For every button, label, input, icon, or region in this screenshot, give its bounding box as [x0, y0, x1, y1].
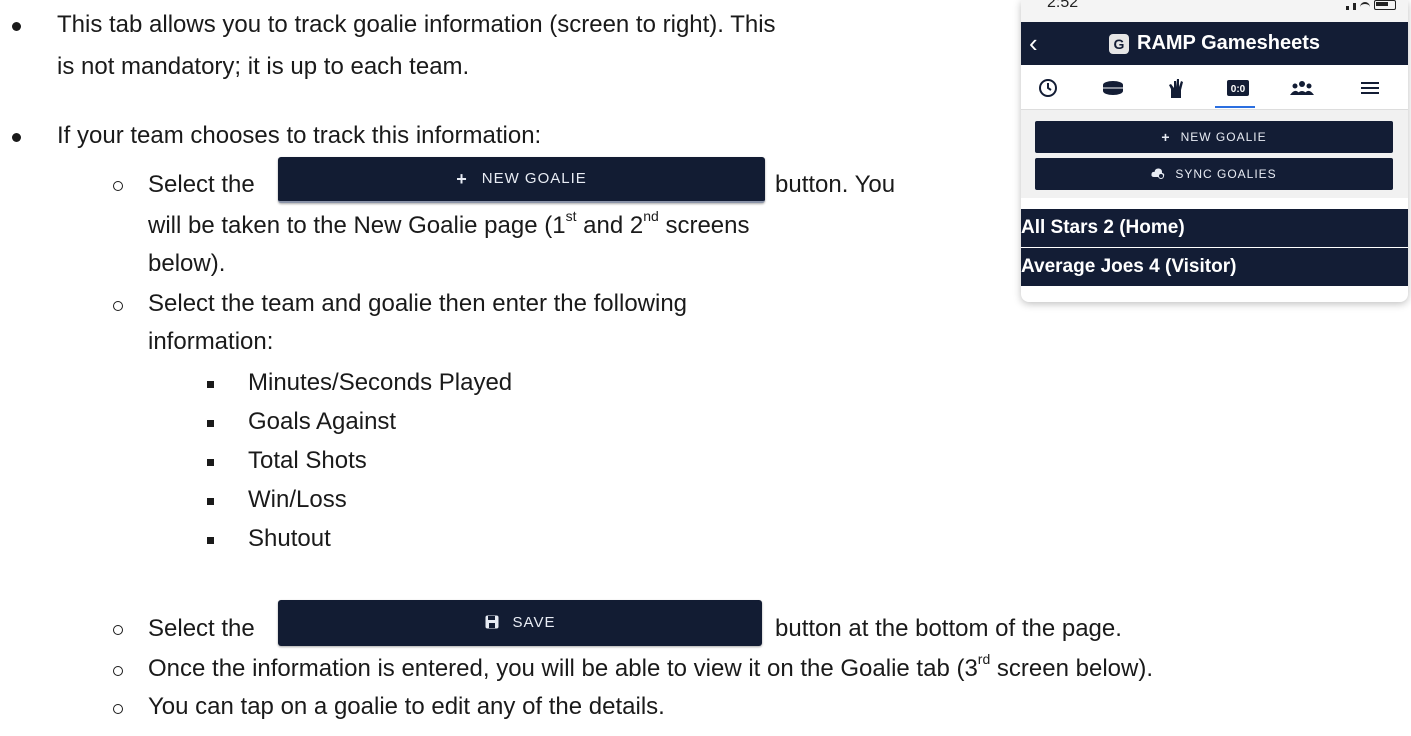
sub-bullet-text: Once the information is entered, you wil…	[148, 651, 1153, 682]
team-row-visitor[interactable]: Average Joes 4 (Visitor)	[1021, 248, 1408, 286]
signal-icon	[1353, 3, 1356, 10]
goalie-actions-panel: + NEW GOALIE SYNC GOALIES	[1021, 110, 1408, 198]
list-bullet	[207, 420, 214, 427]
sub-bullet-text: Select the team and goalie then enter th…	[148, 290, 688, 317]
app-header: ‹ G RAMP Gamesheets	[1021, 22, 1408, 65]
sub-bullet-text: will be taken to the New Goalie page (1s…	[148, 208, 750, 239]
sub-bullet-text: button. You	[775, 171, 896, 198]
save-button-label: SAVE	[512, 613, 556, 631]
sub-bullet-text: You can tap on a goalie to edit any of t…	[148, 693, 665, 720]
new-goalie-button[interactable]: + NEW GOALIE	[1035, 121, 1393, 153]
svg-text:0:0: 0:0	[1231, 84, 1246, 95]
status-icons	[1346, 0, 1396, 10]
tab-bar: 0:0	[1021, 65, 1408, 110]
field-item: Win/Loss	[248, 486, 347, 513]
signal-icon	[1346, 6, 1349, 10]
bullet-text: is not mandatory; it is up to each team.	[57, 53, 470, 80]
list-bullet	[207, 459, 214, 466]
hand-icon[interactable]	[1161, 75, 1191, 101]
status-bar: 2:52	[1021, 0, 1408, 22]
people-icon[interactable]	[1287, 75, 1317, 101]
save-icon	[485, 612, 499, 635]
sub-bullet	[113, 704, 123, 714]
save-button-image: SAVE	[278, 600, 762, 646]
sub-bullet	[113, 666, 123, 676]
field-item: Goals Against	[248, 408, 397, 435]
bullet-point	[12, 133, 21, 142]
field-item: Total Shots	[248, 447, 367, 474]
sync-goalies-label: SYNC GOALIES	[1175, 167, 1277, 181]
sub-bullet	[113, 181, 123, 191]
list-bullet	[207, 498, 214, 505]
cloud-sync-icon	[1151, 166, 1165, 182]
menu-icon[interactable]	[1355, 75, 1385, 101]
bullet-point	[12, 22, 21, 31]
active-tab-indicator	[1215, 106, 1255, 108]
sub-bullet	[113, 301, 123, 311]
field-item: Shutout	[248, 525, 331, 552]
sub-bullet-text: Select the	[148, 615, 255, 642]
sub-bullet-text: Select the	[148, 171, 255, 198]
phone-screenshot: 2:52 ‹ G RAMP Gamesheets 0:0 + NEW GOALI…	[1021, 0, 1408, 302]
list-bullet	[207, 537, 214, 544]
status-time: 2:52	[1047, 0, 1079, 11]
sync-goalies-button[interactable]: SYNC GOALIES	[1035, 158, 1393, 190]
wifi-icon	[1360, 2, 1370, 10]
sub-bullet-text: button at the bottom of the page.	[775, 615, 1122, 642]
field-item: Minutes/Seconds Played	[248, 369, 513, 396]
team-row-home[interactable]: All Stars 2 (Home)	[1021, 209, 1408, 247]
new-goalie-button-image: + NEW GOALIE	[278, 157, 765, 203]
puck-icon[interactable]	[1098, 75, 1128, 101]
back-chevron-icon[interactable]: ‹	[1029, 28, 1038, 59]
sub-bullet	[113, 625, 123, 635]
battery-icon	[1374, 0, 1396, 10]
clock-icon[interactable]	[1033, 75, 1063, 101]
list-bullet	[207, 381, 214, 388]
new-goalie-label: NEW GOALIE	[1180, 130, 1267, 144]
plus-icon: +	[456, 168, 468, 189]
new-goalie-button-label: NEW GOALIE	[481, 169, 587, 187]
plus-icon: +	[1161, 129, 1171, 145]
scoreboard-icon[interactable]: 0:0	[1223, 75, 1253, 101]
app-title: G RAMP Gamesheets	[1109, 32, 1320, 55]
sub-bullet-text: below).	[148, 250, 226, 277]
gamesheets-logo-icon: G	[1109, 33, 1129, 54]
app-title-text: RAMP Gamesheets	[1137, 32, 1321, 54]
bullet-text: This tab allows you to track goalie info…	[57, 11, 776, 38]
bullet-text: If your team chooses to track this infor…	[57, 122, 542, 149]
sub-bullet-text: information:	[148, 328, 274, 355]
